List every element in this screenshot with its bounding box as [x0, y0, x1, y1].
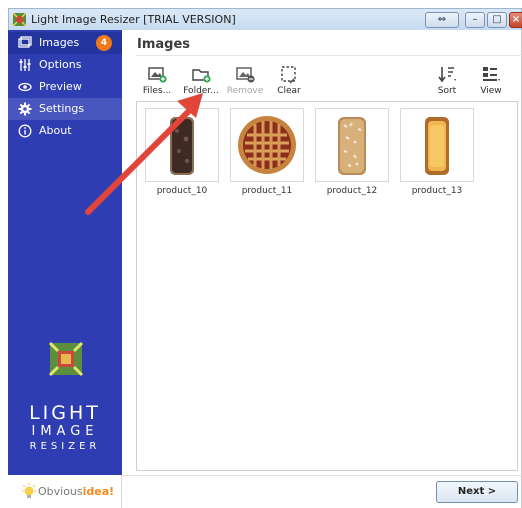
sidebar-item-settings[interactable]: Settings: [8, 98, 122, 120]
sidebar-item-label: About: [39, 124, 72, 137]
image-filename: product_11: [241, 186, 293, 196]
sidebar-item-images[interactable]: Images 4: [8, 32, 122, 54]
sidebar-item-options[interactable]: Options: [8, 54, 122, 76]
image-filename: product_10: [156, 186, 208, 196]
add-files-button[interactable]: Files...: [136, 66, 178, 96]
main-panel: Images Files... Folder... Remove Clear S…: [122, 30, 522, 508]
sidebar-item-label: Settings: [39, 102, 85, 115]
tool-label: Remove: [226, 86, 264, 96]
remove-image-icon: [236, 67, 255, 83]
sidebar-item-label: Images: [39, 36, 80, 49]
view-button[interactable]: View: [470, 66, 512, 96]
images-icon: [18, 36, 32, 48]
image-thumbnail: [230, 108, 304, 182]
clear-button[interactable]: Clear: [268, 66, 310, 96]
sidebar-item-label: Options: [39, 58, 82, 71]
list-item[interactable]: product_10: [145, 108, 219, 196]
app-logo-icon: [48, 341, 84, 377]
sliders-icon: [19, 59, 31, 71]
add-image-icon: [148, 67, 167, 83]
close-icon: ×: [511, 14, 521, 25]
sort-button[interactable]: Sort: [426, 66, 468, 96]
add-folder-icon: [192, 69, 211, 83]
sidebar-item-preview[interactable]: Preview: [8, 76, 122, 98]
remove-button[interactable]: Remove: [224, 66, 266, 96]
title-bar: Light Image Resizer [TRIAL VERSION] ⇔ – …: [8, 8, 522, 30]
sidebar-item-label: Preview: [39, 80, 82, 93]
info-icon: [18, 124, 32, 138]
logo-text-light: LIGHT: [29, 402, 101, 424]
tool-label: Files...: [142, 86, 172, 96]
brand-suffix: idea!: [82, 485, 115, 498]
list-item[interactable]: product_11: [230, 108, 304, 196]
add-folder-button[interactable]: Folder...: [180, 66, 222, 96]
image-filename: product_13: [411, 186, 463, 196]
sidebar: Images 4 Options Preview Settings About …: [8, 30, 122, 508]
list-view-icon: [483, 67, 500, 81]
title-divider: [136, 55, 522, 56]
page-title: Images: [137, 37, 191, 52]
brand-logo[interactable]: Obviousidea!: [8, 475, 122, 508]
image-filename: product_12: [326, 186, 378, 196]
restore-icon: ⇔: [437, 14, 447, 25]
image-list[interactable]: product_10 product_11 product_12 product…: [136, 101, 518, 471]
tool-label: Sort: [437, 86, 457, 96]
image-thumbnail: [400, 108, 474, 182]
tool-label: Clear: [277, 86, 301, 96]
minimize-button[interactable]: –: [465, 12, 485, 28]
app-window: Light Image Resizer [TRIAL VERSION] ⇔ – …: [0, 0, 522, 508]
image-thumbnail: [145, 108, 219, 182]
lightbulb-icon: [22, 483, 36, 498]
brand-prefix: Obvious: [38, 485, 83, 498]
list-item[interactable]: product_13: [400, 108, 474, 196]
tool-label: Folder...: [183, 86, 219, 96]
restore-button[interactable]: ⇔: [425, 12, 459, 28]
brand-name: Obviousidea!: [38, 485, 114, 498]
app-icon: [13, 13, 26, 26]
pound-cake-image: [425, 117, 449, 175]
maximize-icon: □: [492, 14, 502, 25]
tool-label: View: [480, 86, 502, 96]
gear-icon: [18, 102, 32, 116]
next-button[interactable]: Next >: [436, 481, 518, 503]
maximize-button[interactable]: □: [487, 12, 507, 28]
list-item[interactable]: product_12: [315, 108, 389, 196]
eye-icon: [18, 82, 32, 92]
image-thumbnail: [315, 108, 389, 182]
sort-icon: [438, 67, 456, 83]
almond-loaf-image: [338, 117, 366, 175]
footer-divider: [122, 475, 522, 476]
logo-text-resizer: RESIZER: [29, 441, 101, 452]
window-title: Light Image Resizer [TRIAL VERSION]: [31, 13, 236, 26]
minimize-icon: –: [472, 14, 478, 25]
image-count-badge: 4: [96, 35, 112, 51]
clear-selection-icon: [281, 66, 296, 84]
close-button[interactable]: ×: [509, 12, 522, 28]
logo-text-image: IMAGE: [31, 424, 99, 439]
lattice-pie-image: [238, 116, 296, 174]
chocolate-loaf-image: [170, 117, 194, 175]
sidebar-item-about[interactable]: About: [8, 120, 122, 142]
